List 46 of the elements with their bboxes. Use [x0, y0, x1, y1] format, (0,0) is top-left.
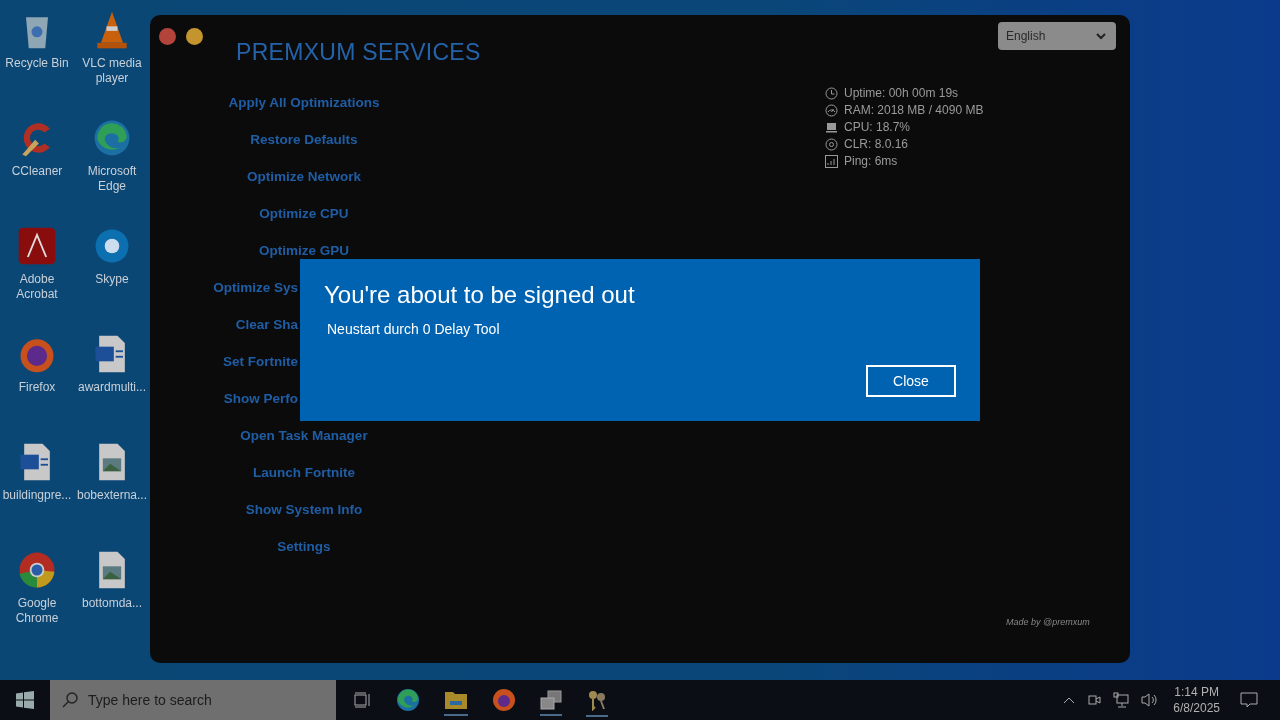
- chevron-up-icon[interactable]: [1063, 696, 1076, 704]
- gear-icon: [825, 137, 838, 151]
- swirl-icon[interactable]: [396, 688, 420, 712]
- desktop-icon-label[interactable]: Adobe Acrobat: [0, 272, 74, 302]
- app-title: PREMXUM SERVICES: [236, 39, 481, 66]
- desktop-icon-label[interactable]: Recycle Bin: [5, 56, 69, 71]
- close-icon[interactable]: [159, 28, 176, 45]
- dialog-title: You're about to be signed out: [324, 281, 636, 309]
- camera-icon[interactable]: [1087, 692, 1102, 708]
- signal-icon: [825, 154, 838, 168]
- desktop-icon-label[interactable]: awardmulti...: [78, 380, 146, 395]
- dialog-message: Neustart durch 0 Delay Tool: [326, 321, 501, 337]
- desktop-icon-label[interactable]: Skype: [95, 272, 129, 287]
- windows-start-icon[interactable]: [16, 691, 34, 709]
- system-info-text: RAM: 2018 MB / 4090 MB: [844, 103, 984, 117]
- search-field[interactable]: Type here to search: [50, 680, 336, 720]
- desktop-icon-label[interactable]: Firefox: [18, 380, 56, 395]
- credit-text: Made by @premxum: [1006, 617, 1090, 627]
- desktop-icon-label[interactable]: Google Chrome: [0, 596, 74, 626]
- system-info-text: Ping: 6ms: [844, 154, 898, 168]
- speaker-icon[interactable]: [1141, 692, 1160, 708]
- clock-date[interactable]: 6/8/2025: [1173, 700, 1220, 716]
- desktop-icon-label[interactable]: VLC media player: [74, 56, 150, 86]
- close-button[interactable]: Close: [866, 365, 956, 397]
- task-view-icon[interactable]: [354, 692, 372, 708]
- network-icon[interactable]: [1113, 692, 1130, 708]
- language-dropdown[interactable]: English: [998, 22, 1116, 50]
- clock-time[interactable]: 1:14 PM: [1174, 684, 1219, 700]
- desktop-icon-label[interactable]: CCleaner: [11, 164, 63, 179]
- desktop-icon-label[interactable]: Microsoft Edge: [74, 164, 150, 194]
- desktop-icon-label[interactable]: buildingpre...: [2, 488, 72, 503]
- keys-icon[interactable]: [586, 689, 608, 717]
- folder-icon[interactable]: [444, 690, 468, 716]
- windows-stack-icon[interactable]: [540, 690, 562, 716]
- gauge-icon: [825, 103, 838, 117]
- clock-icon: [825, 86, 838, 100]
- notification-icon[interactable]: [1240, 691, 1258, 709]
- system-info-text: CPU: 18.7%: [844, 120, 911, 134]
- chevron-down-icon: [1096, 32, 1106, 40]
- desktop-icon-label[interactable]: bottomda...: [81, 596, 142, 611]
- laptop-icon: [825, 120, 838, 134]
- search-icon: [62, 692, 78, 708]
- desktop-icon-label[interactable]: bobexterna...: [76, 488, 148, 503]
- system-info-text: CLR: 8.0.16: [844, 137, 909, 151]
- system-info-text: Uptime: 00h 00m 19s: [844, 86, 959, 100]
- minimize-icon[interactable]: [186, 28, 203, 45]
